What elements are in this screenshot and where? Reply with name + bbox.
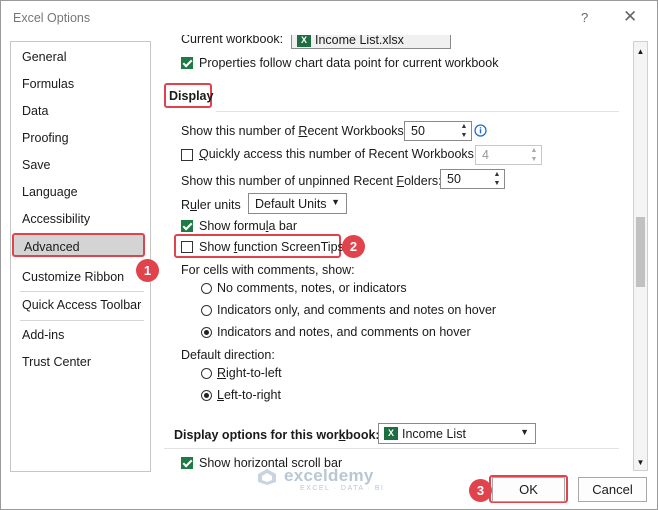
sidebar-item-trust-center[interactable]: Trust Center bbox=[22, 351, 91, 373]
quick-access-value: 4 bbox=[482, 148, 489, 162]
properties-follow-checkbox[interactable] bbox=[181, 57, 193, 69]
direction-option-label: Left-to-right bbox=[217, 388, 281, 402]
spinner-arrows-icon: ▲ ▼ bbox=[530, 147, 538, 163]
section-divider bbox=[216, 111, 619, 112]
title-bar: Excel Options ? ✕ bbox=[1, 1, 657, 35]
ok-button[interactable]: OK bbox=[492, 477, 565, 502]
cancel-button[interactable]: Cancel bbox=[578, 477, 647, 502]
vertical-scrollbar[interactable]: ▲ ▼ bbox=[633, 41, 648, 471]
current-workbook-value: Income List.xlsx bbox=[315, 35, 404, 47]
close-icon[interactable]: ✕ bbox=[623, 7, 637, 27]
sidebar-item-add-ins[interactable]: Add-ins bbox=[22, 324, 64, 346]
unpinned-folders-value: 50 bbox=[447, 172, 461, 186]
watermark-name: exceldemy bbox=[284, 466, 374, 485]
comments-option-label: Indicators and notes, and comments on ho… bbox=[217, 325, 471, 339]
sidebar-item-general[interactable]: General bbox=[22, 46, 66, 68]
spinner-arrows-icon[interactable]: ▲ ▼ bbox=[459, 122, 469, 140]
sidebar-item-advanced[interactable]: Advanced bbox=[12, 233, 145, 257]
unpinned-folders-label: Show this number of unpinned Recent Fold… bbox=[181, 174, 442, 188]
unpinned-folders-spinner[interactable]: 50 ▲ ▼ bbox=[440, 169, 505, 189]
chevron-down-icon: ▼ bbox=[331, 197, 340, 207]
excel-file-icon: X bbox=[384, 427, 398, 440]
display-section-header: Display bbox=[169, 89, 214, 103]
step-2-badge: 2 bbox=[342, 235, 365, 258]
formula-bar-checkbox[interactable] bbox=[181, 220, 193, 232]
sidebar-item-quick-access-toolbar[interactable]: Quick Access Toolbar bbox=[22, 294, 141, 316]
workbook-display-value: Income List bbox=[402, 427, 466, 441]
scroll-up-icon[interactable]: ▲ bbox=[636, 47, 645, 56]
sidebar-item-formulas[interactable]: Formulas bbox=[22, 73, 74, 95]
screentips-checkbox[interactable] bbox=[181, 241, 193, 253]
ruler-units-label: Ruler units bbox=[181, 198, 241, 212]
section-divider bbox=[164, 448, 619, 449]
sidebar-item-accessibility[interactable]: Accessibility bbox=[22, 208, 90, 230]
workbook-display-dropdown[interactable]: X Income List ▼ bbox=[378, 423, 536, 444]
advanced-options-pane: Current workbook: X Income List.xlsx Pro… bbox=[164, 35, 619, 470]
sidebar-divider bbox=[20, 291, 144, 292]
watermark-tagline: EXCEL · DATA · BI bbox=[300, 485, 385, 492]
radio-button[interactable] bbox=[201, 283, 212, 294]
sidebar-item-proofing[interactable]: Proofing bbox=[22, 127, 69, 149]
comments-label: For cells with comments, show: bbox=[181, 263, 355, 277]
sidebar: General Formulas Data Proofing Save Lang… bbox=[10, 41, 151, 472]
ruler-units-dropdown[interactable]: Default Units ▼ bbox=[248, 193, 347, 214]
info-icon[interactable] bbox=[474, 124, 487, 137]
sidebar-item-data[interactable]: Data bbox=[22, 100, 48, 122]
sidebar-divider bbox=[20, 320, 144, 321]
excel-options-dialog: Excel Options ? ✕ General Formulas Data … bbox=[0, 0, 658, 510]
spinner-arrows-icon[interactable]: ▲ ▼ bbox=[492, 170, 502, 188]
sidebar-item-save[interactable]: Save bbox=[22, 154, 51, 176]
sidebar-item-customize-ribbon[interactable]: Customize Ribbon bbox=[22, 266, 124, 288]
recent-workbooks-value: 50 bbox=[411, 124, 425, 138]
radio-button[interactable] bbox=[201, 390, 212, 401]
workbook-display-header: Display options for this workbook: bbox=[174, 428, 380, 442]
radio-button[interactable] bbox=[201, 305, 212, 316]
ruler-units-value: Default Units bbox=[255, 197, 327, 211]
quick-access-label: Quickly access this number of Recent Wor… bbox=[199, 147, 478, 161]
recent-workbooks-spinner[interactable]: 50 ▲ ▼ bbox=[404, 121, 472, 141]
step-1-badge: 1 bbox=[136, 259, 159, 282]
quick-access-checkbox[interactable] bbox=[181, 149, 193, 161]
comments-option-label: Indicators only, and comments and notes … bbox=[217, 303, 497, 317]
chevron-down-icon: ▼ bbox=[520, 427, 529, 437]
recent-workbooks-label: Show this number of Recent Workbooks: bbox=[181, 124, 408, 138]
quick-access-spinner: 4 ▲ ▼ bbox=[475, 145, 542, 165]
direction-label: Default direction: bbox=[181, 348, 275, 362]
current-workbook-row: Current workbook: bbox=[181, 35, 283, 48]
radio-button[interactable] bbox=[201, 327, 212, 338]
formula-bar-label: Show formula bar bbox=[199, 219, 297, 233]
comments-option-label: No comments, notes, or indicators bbox=[217, 281, 407, 295]
dialog-title: Excel Options bbox=[13, 11, 91, 25]
screentips-label: Show function ScreenTips bbox=[199, 240, 344, 254]
horizontal-scroll-checkbox[interactable] bbox=[181, 457, 193, 469]
properties-follow-label: Properties follow chart data point for c… bbox=[199, 56, 499, 70]
direction-option-label: Right-to-left bbox=[217, 366, 282, 380]
scroll-down-icon[interactable]: ▼ bbox=[636, 458, 645, 467]
help-icon[interactable]: ? bbox=[581, 10, 588, 25]
radio-button[interactable] bbox=[201, 368, 212, 379]
current-workbook-label: Current workbook: bbox=[181, 35, 284, 46]
exceldemy-logo-icon bbox=[258, 469, 276, 485]
current-workbook-dropdown[interactable]: X Income List.xlsx bbox=[291, 35, 451, 49]
excel-file-icon: X bbox=[297, 35, 311, 47]
scrollbar-thumb[interactable] bbox=[636, 217, 645, 287]
sidebar-item-language[interactable]: Language bbox=[22, 181, 78, 203]
